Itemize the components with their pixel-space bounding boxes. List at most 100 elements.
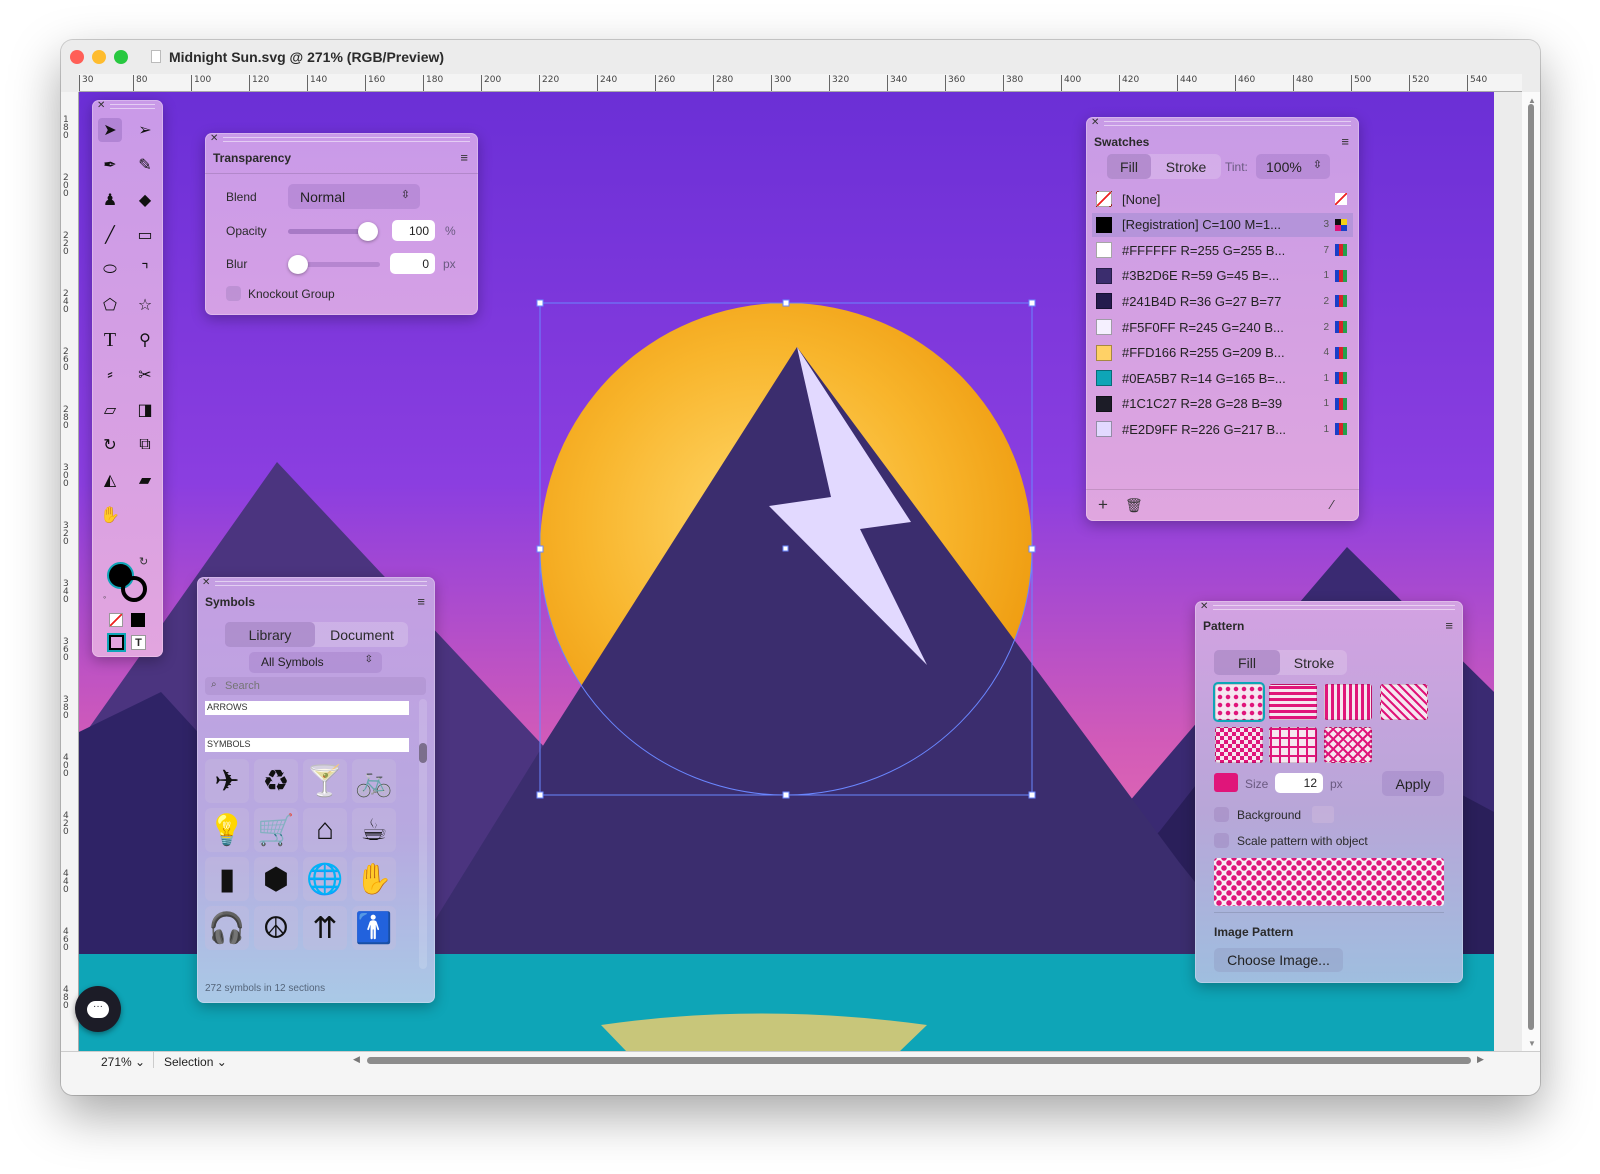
- knockout-group-checkbox[interactable]: [226, 286, 241, 301]
- text-fill-mode-button[interactable]: T: [131, 635, 146, 650]
- shear-icon[interactable]: ▰: [133, 468, 157, 492]
- pattern-grid[interactable]: [1269, 727, 1317, 763]
- pattern-dots[interactable]: [1213, 682, 1265, 722]
- object-fill-mode-button[interactable]: [107, 633, 126, 652]
- rectangle-icon[interactable]: ▭: [133, 223, 157, 247]
- recycle-icon[interactable]: ♻: [254, 759, 298, 803]
- martini-icon[interactable]: 🍸: [303, 759, 347, 803]
- symbol-category-dropdown[interactable]: All Symbols ⇳: [249, 652, 382, 673]
- tool-mode-dropdown[interactable]: Selection ⌄: [164, 1055, 227, 1069]
- panel-grip[interactable]: [1213, 605, 1455, 610]
- zoom-dropdown[interactable]: 271% ⌄: [101, 1055, 145, 1069]
- panel-menu-icon[interactable]: ≡: [1341, 134, 1349, 149]
- hanger-icon[interactable]: ⌂: [303, 808, 347, 852]
- direct-selection-icon[interactable]: ➢: [133, 118, 157, 142]
- panel-grip[interactable]: [1104, 121, 1351, 126]
- tab-stroke[interactable]: Stroke: [1282, 650, 1346, 675]
- tab-document[interactable]: Document: [317, 622, 407, 647]
- tab-fill[interactable]: Fill: [1214, 650, 1280, 675]
- eyedropper-icon[interactable]: ⸗: [98, 363, 122, 387]
- reflect-icon[interactable]: ◭: [98, 468, 122, 492]
- close-window-button[interactable]: [70, 50, 84, 64]
- person-icon[interactable]: 🚹: [352, 906, 396, 950]
- pattern-color-swatch[interactable]: [1214, 773, 1238, 792]
- minimize-window-button[interactable]: [92, 50, 106, 64]
- pattern-vertical-stripes[interactable]: [1324, 684, 1372, 720]
- choose-image-button[interactable]: Choose Image...: [1214, 948, 1343, 972]
- eraser-icon[interactable]: ◆: [133, 188, 157, 212]
- scissors-icon[interactable]: ✂: [133, 363, 157, 387]
- swatch-item[interactable]: [Registration] C=100 M=1... 3: [1092, 212, 1353, 237]
- bicycle-icon[interactable]: 🚲: [352, 759, 396, 803]
- pattern-diagonal-stripes[interactable]: [1380, 684, 1428, 720]
- people-icon[interactable]: ♟: [98, 188, 122, 212]
- zoom-icon[interactable]: ⚲: [133, 328, 157, 352]
- island[interactable]: [601, 1013, 927, 1053]
- globe-icon[interactable]: 🌐: [303, 857, 347, 901]
- peace-icon[interactable]: ☮: [254, 906, 298, 950]
- polygon-icon[interactable]: ⬠: [98, 293, 122, 317]
- text-icon[interactable]: T: [98, 328, 122, 352]
- tab-fill[interactable]: Fill: [1107, 154, 1151, 179]
- pattern-size-input[interactable]: [1275, 773, 1323, 793]
- scroll-left-icon[interactable]: ◀: [353, 1054, 360, 1065]
- opacity-input[interactable]: [392, 220, 435, 241]
- add-swatch-icon[interactable]: +: [1098, 495, 1108, 515]
- scroll-right-icon[interactable]: ▶: [1477, 1054, 1484, 1065]
- swap-colors-icon[interactable]: ↻: [139, 555, 148, 568]
- swatch-item[interactable]: #E2D9FF R=226 G=217 B... 1: [1092, 417, 1353, 441]
- close-icon[interactable]: ✕: [97, 100, 105, 111]
- swatch-item[interactable]: [None]: [1092, 187, 1353, 211]
- solid-color-button[interactable]: [131, 613, 145, 627]
- pencil-icon[interactable]: ✎: [133, 153, 157, 177]
- swatch-item[interactable]: #241B4D R=36 G=27 B=77 2: [1092, 289, 1353, 313]
- background-color-swatch[interactable]: [1312, 806, 1334, 823]
- swatch-item[interactable]: #3B2D6E R=59 G=45 B=... 1: [1092, 264, 1353, 288]
- star-icon[interactable]: ☆: [133, 293, 157, 317]
- panel-grip[interactable]: [223, 137, 470, 142]
- swatch-item[interactable]: #0EA5B7 R=14 G=165 B=... 1: [1092, 366, 1353, 390]
- hand-icon[interactable]: ✋: [352, 857, 396, 901]
- panel-menu-icon[interactable]: ≡: [1445, 618, 1453, 633]
- close-icon[interactable]: ✕: [1200, 601, 1208, 612]
- close-icon[interactable]: ✕: [1091, 117, 1099, 128]
- edit-pencil-icon[interactable]: ⁄: [1331, 497, 1333, 512]
- horizontal-scroll-thumb[interactable]: [367, 1057, 1471, 1064]
- swatch-item[interactable]: #1C1C27 R=28 G=28 B=39 1: [1092, 392, 1353, 416]
- scale-pattern-checkbox[interactable]: [1214, 833, 1229, 848]
- stroke-color-swatch[interactable]: [121, 576, 147, 602]
- gradient-icon[interactable]: ◨: [133, 398, 157, 422]
- trash-icon[interactable]: 🗑: [1125, 497, 1143, 514]
- panel-grip[interactable]: [215, 581, 427, 586]
- panel-grip[interactable]: [110, 104, 155, 109]
- lightbulb-icon[interactable]: 💡: [205, 808, 249, 852]
- blur-slider-track[interactable]: [288, 255, 380, 274]
- panel-menu-icon[interactable]: ≡: [417, 594, 425, 609]
- chat-button[interactable]: ···: [75, 986, 121, 1032]
- ellipse-icon[interactable]: ⬭: [98, 258, 122, 282]
- symbols-scroll-thumb[interactable]: [419, 743, 427, 763]
- apply-button[interactable]: Apply: [1382, 771, 1444, 796]
- rotate-icon[interactable]: ↻: [98, 433, 122, 457]
- close-icon[interactable]: ✕: [210, 133, 218, 144]
- blur-input[interactable]: [390, 253, 435, 274]
- close-icon[interactable]: ✕: [202, 577, 210, 588]
- swatch-item[interactable]: #FFD166 R=255 G=209 B... 4: [1092, 341, 1353, 365]
- symbol-search-input[interactable]: [225, 678, 415, 694]
- ruler-icon[interactable]: ▱: [98, 398, 122, 422]
- opacity-slider-track[interactable]: [288, 222, 378, 241]
- symbols-scrollbar[interactable]: [419, 699, 427, 969]
- vertical-scrollbar[interactable]: ▲ ▼: [1522, 92, 1540, 1052]
- panel-menu-icon[interactable]: ≡: [460, 150, 468, 165]
- airplane-icon[interactable]: ✈: [205, 759, 249, 803]
- pen-icon[interactable]: ✒: [98, 153, 122, 177]
- pattern-checker[interactable]: [1215, 727, 1263, 763]
- symbol-search-field[interactable]: ⌕: [205, 677, 426, 695]
- cart-icon[interactable]: 🛒: [254, 808, 298, 852]
- coffee-cup-icon[interactable]: ☕: [352, 808, 396, 852]
- tab-stroke[interactable]: Stroke: [1153, 154, 1219, 179]
- vertical-ruler[interactable]: 180 200 220 240 260 280 300 320 340 360 380 400 420 4…: [61, 92, 79, 1052]
- package-icon[interactable]: ⬢: [254, 857, 298, 901]
- door-icon[interactable]: ▮: [205, 857, 249, 901]
- opacity-slider-knob[interactable]: [358, 222, 378, 241]
